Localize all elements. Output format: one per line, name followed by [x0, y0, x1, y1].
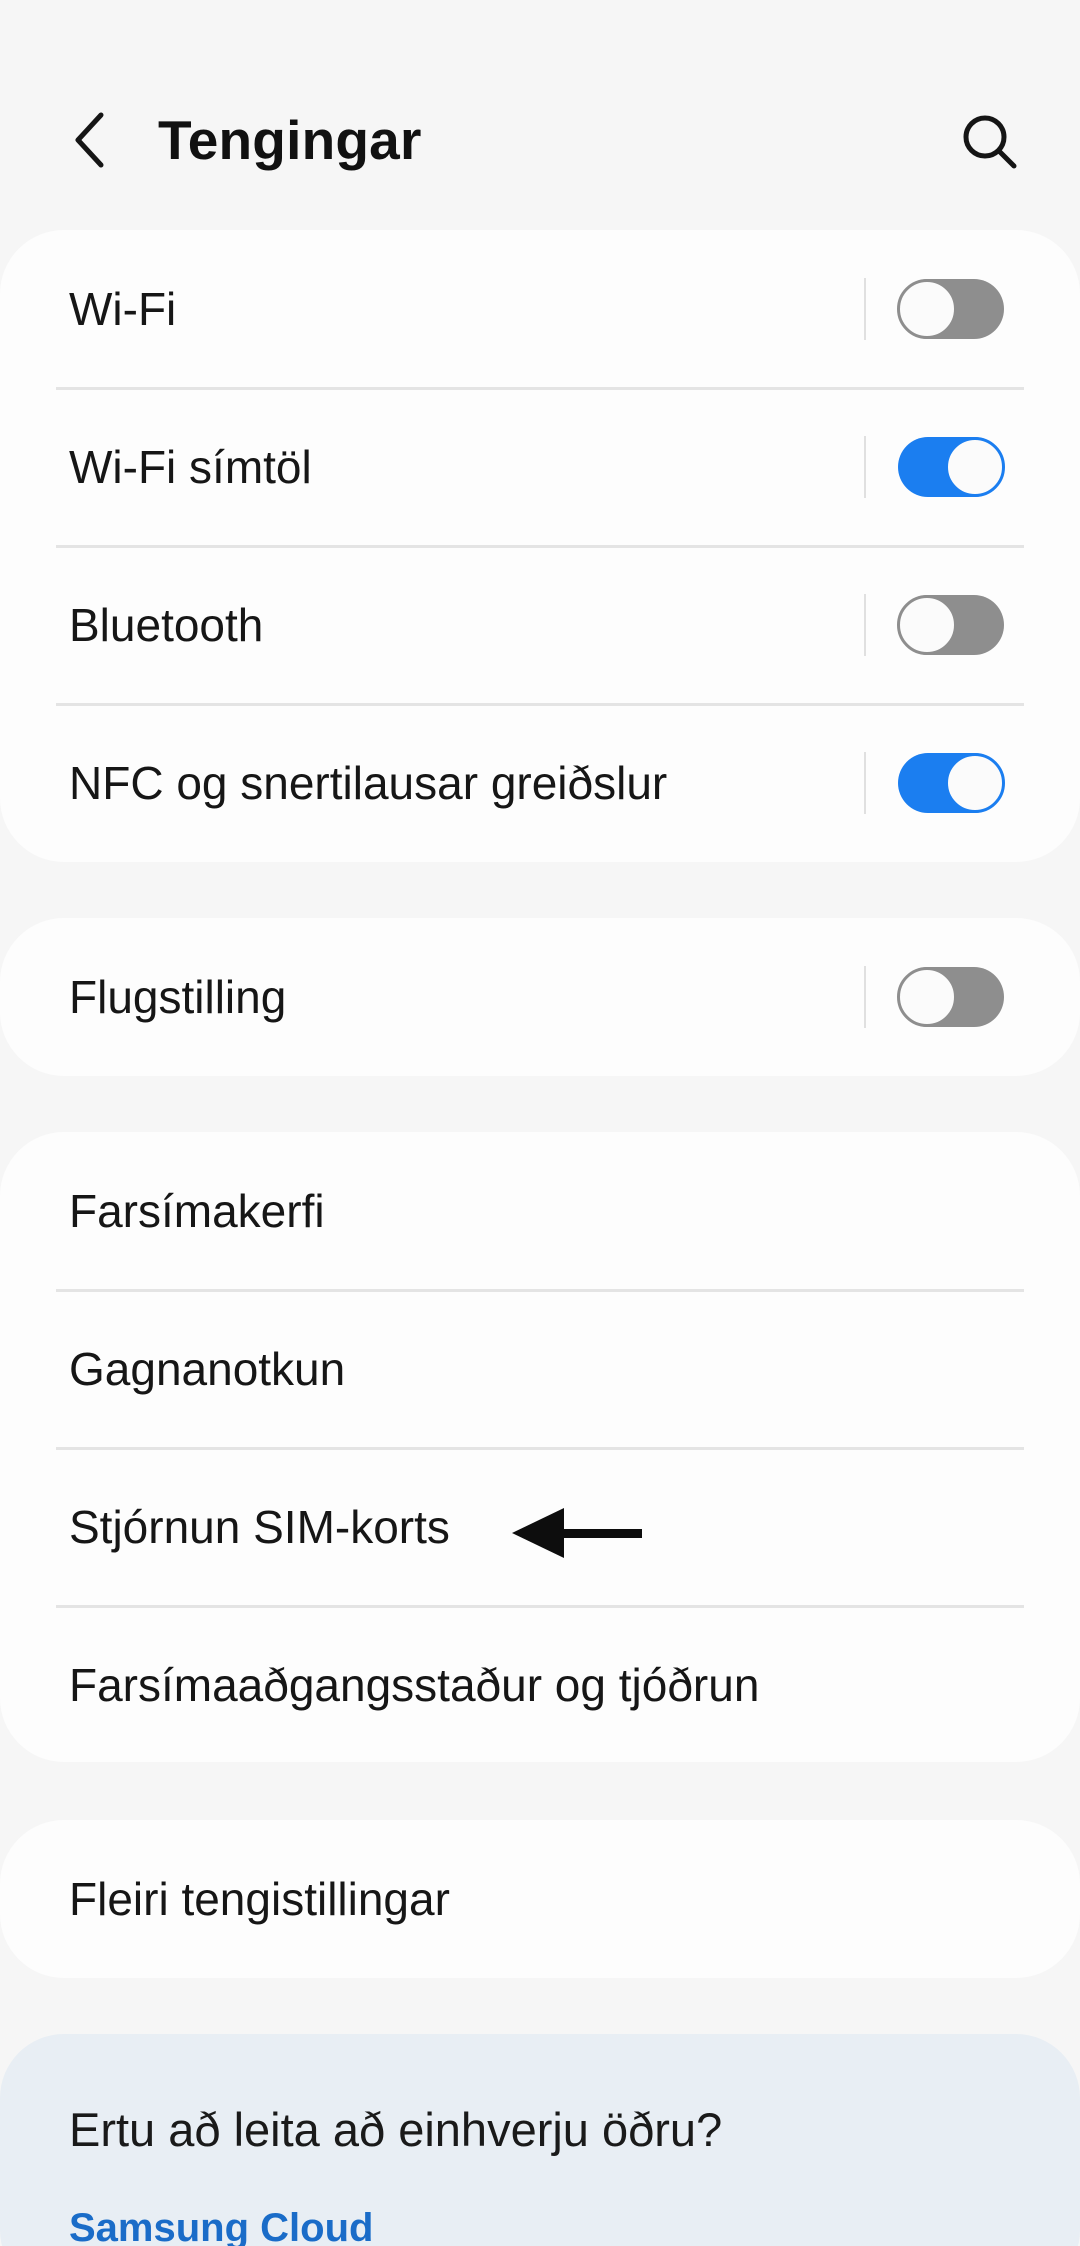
bluetooth-row[interactable]: Bluetooth	[0, 546, 1080, 704]
airplane-mode-toggle[interactable]	[897, 967, 1004, 1027]
mobile-networks-label: Farsímakerfi	[69, 1185, 325, 1237]
toggle-knob	[897, 279, 957, 339]
wifi-toggle[interactable]	[897, 279, 1004, 339]
back-button[interactable]	[60, 108, 120, 172]
wifi-calling-row[interactable]: Wi-Fi símtöl	[0, 388, 1080, 546]
toggle-knob	[897, 967, 957, 1027]
nfc-label: NFC og snertilausar greiðslur	[69, 757, 668, 809]
wifi-label: Wi-Fi	[69, 283, 177, 335]
suggestions-title: Ertu að leita að einhverju öðru?	[69, 2103, 723, 2156]
wifi-calling-toggle[interactable]	[898, 437, 1005, 497]
more-connection-settings-row[interactable]: Fleiri tengistillingar	[0, 1820, 1080, 1978]
airplane-mode-label: Flugstilling	[69, 971, 287, 1023]
connections-settings-screen: Tengingar Wi-Fi Wi-Fi símtöl Bluetooth N…	[0, 0, 1080, 2246]
nfc-row[interactable]: NFC og snertilausar greiðslur	[0, 704, 1080, 862]
app-bar: Tengingar	[0, 0, 1080, 230]
data-usage-label: Gagnanotkun	[69, 1343, 346, 1395]
samsung-cloud-link[interactable]: Samsung Cloud	[69, 2206, 373, 2246]
divider	[864, 752, 866, 814]
page-title: Tengingar	[158, 109, 422, 171]
nfc-toggle[interactable]	[898, 753, 1005, 813]
hotspot-tethering-label: Farsímaaðgangsstaður og tjóðrun	[69, 1659, 760, 1711]
divider	[864, 594, 866, 656]
divider	[864, 436, 866, 498]
suggestions-card: Ertu að leita að einhverju öðru? Samsung…	[0, 2034, 1080, 2246]
airplane-mode-row[interactable]: Flugstilling	[0, 918, 1080, 1076]
wifi-row[interactable]: Wi-Fi	[0, 230, 1080, 388]
search-icon	[963, 115, 1017, 169]
arrow-left-icon	[512, 1508, 642, 1558]
toggle-knob	[945, 753, 1005, 813]
bluetooth-label: Bluetooth	[69, 599, 264, 651]
bluetooth-toggle[interactable]	[897, 595, 1004, 655]
search-button[interactable]	[958, 110, 1022, 174]
divider	[864, 966, 866, 1028]
toggle-knob	[945, 437, 1005, 497]
divider	[864, 278, 866, 340]
data-usage-row[interactable]: Gagnanotkun	[0, 1290, 1080, 1448]
chevron-left-icon	[75, 112, 104, 168]
toggle-knob	[897, 595, 957, 655]
sim-manager-label: Stjórnun SIM-korts	[69, 1501, 450, 1553]
more-connection-settings-label: Fleiri tengistillingar	[69, 1873, 450, 1925]
hotspot-tethering-row[interactable]: Farsímaaðgangsstaður og tjóðrun	[0, 1606, 1080, 1764]
mobile-networks-row[interactable]: Farsímakerfi	[0, 1132, 1080, 1290]
wifi-calling-label: Wi-Fi símtöl	[69, 441, 312, 493]
